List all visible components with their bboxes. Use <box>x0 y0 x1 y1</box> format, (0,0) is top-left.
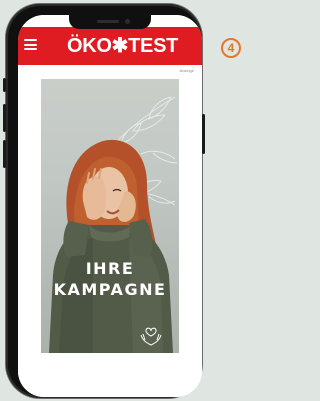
app-header: ÖKO✱TEST <box>18 27 202 65</box>
oekotest-logo[interactable]: ÖKO✱TEST <box>67 34 178 58</box>
volume-down-button <box>3 140 6 168</box>
step-number-badge: 4 <box>221 38 241 58</box>
phone-notch <box>69 15 151 29</box>
page-content: Anzeige IHRE KAMPAGNE <box>18 65 202 397</box>
mute-switch <box>3 78 6 92</box>
hands-heart-icon <box>140 327 162 346</box>
ad-banner[interactable]: IHRE KAMPAGNE <box>41 79 179 353</box>
hamburger-menu-icon[interactable] <box>24 39 37 50</box>
volume-up-button <box>3 104 6 132</box>
power-button <box>202 114 205 154</box>
ad-headline-line2: KAMPAGNE <box>53 280 167 299</box>
ad-label: Anzeige <box>179 68 194 73</box>
front-camera <box>125 19 130 24</box>
ad-headline-line1: IHRE <box>85 259 135 278</box>
ad-photo <box>49 96 178 353</box>
speaker-grille <box>97 20 119 23</box>
ad-headline: IHRE KAMPAGNE <box>41 258 179 300</box>
phone-screen: ÖKO✱TEST Anzeige IHRE KAMPAGNE <box>18 15 202 397</box>
